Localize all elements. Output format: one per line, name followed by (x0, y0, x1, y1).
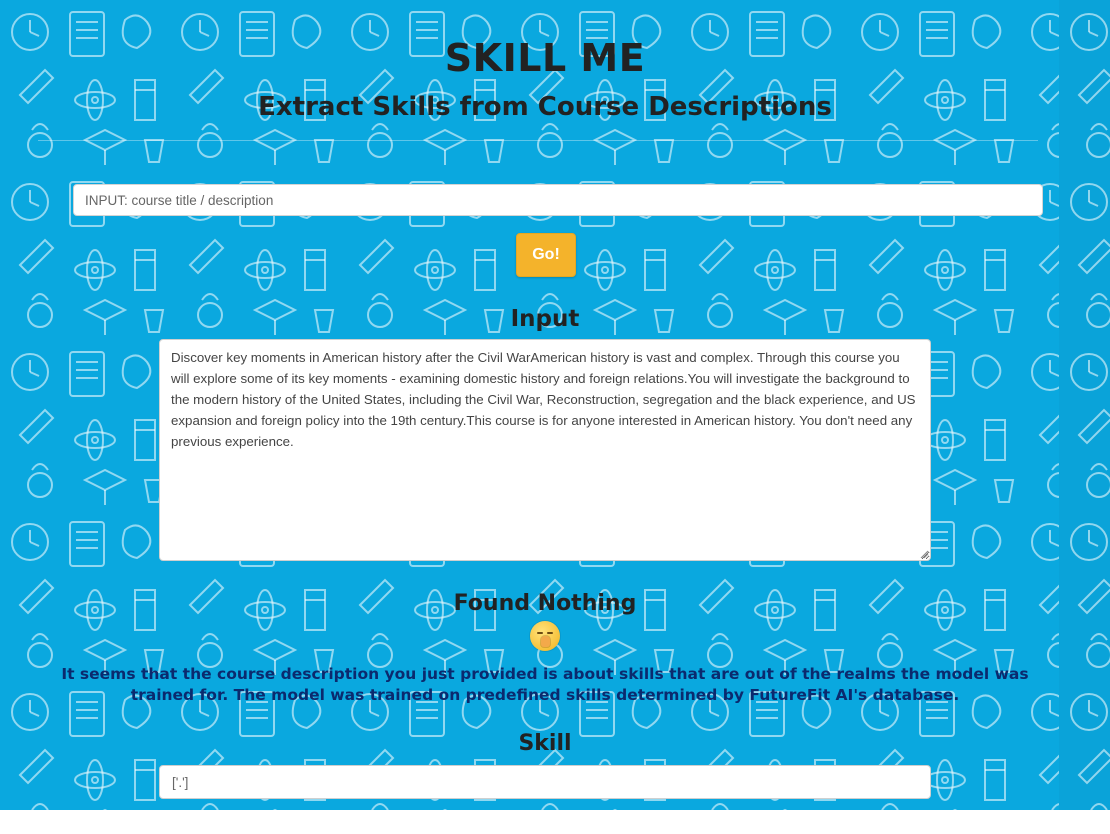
resize-handle-icon[interactable] (920, 550, 929, 559)
page-bottom-strip (0, 810, 1110, 834)
course-input[interactable] (73, 184, 1043, 216)
emoji-left-eye (537, 632, 543, 634)
emoji-finger (541, 636, 550, 647)
go-button[interactable]: Go! (516, 233, 576, 277)
result-heading: Found Nothing (453, 591, 637, 616)
page-subtitle: Extract Skills from Course Descriptions (258, 92, 832, 122)
emoji-right-eye (547, 632, 553, 634)
skill-output-field[interactable]: ['.'] (159, 765, 931, 799)
description-textarea[interactable]: Discover key moments in American history… (159, 339, 931, 561)
input-heading: Input (510, 306, 580, 332)
result-message: It seems that the course description you… (61, 665, 1029, 704)
header-divider (38, 140, 1038, 141)
page-title: SKILL ME (444, 36, 646, 80)
skill-heading: Skill (518, 731, 572, 756)
shushing-face-icon (530, 621, 560, 651)
